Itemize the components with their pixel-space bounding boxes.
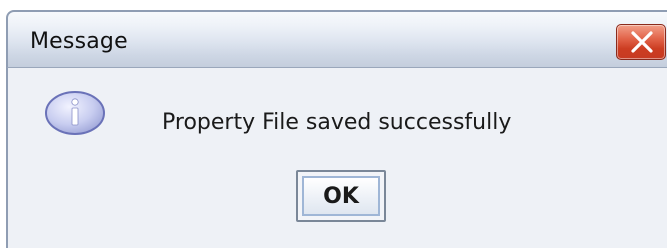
info-icon (45, 91, 105, 135)
dialog-content: Property File saved successfully OK (6, 68, 667, 248)
dialog-message: Property File saved successfully (162, 110, 512, 135)
close-button[interactable] (616, 24, 666, 60)
dialog-titlebar[interactable]: Message (6, 10, 667, 68)
ok-button-label: OK (302, 176, 380, 216)
dialog-title: Message (30, 29, 128, 54)
ok-button[interactable]: OK (296, 170, 386, 222)
close-icon (631, 31, 653, 53)
message-dialog: Message Property File saved successfully… (0, 0, 667, 248)
